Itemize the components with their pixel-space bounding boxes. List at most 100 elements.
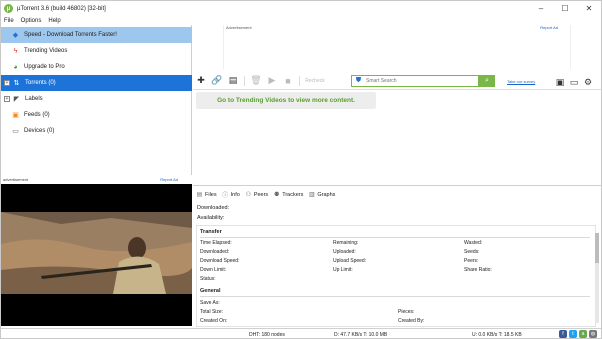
status-bar: DHT: 180 nodes D: 47.7 KB/s T: 10.0 MB U… bbox=[1, 328, 601, 339]
add-torrent-button[interactable]: ✚ bbox=[193, 73, 209, 89]
sidebar-item-label: Torrents (0) bbox=[25, 80, 56, 86]
peers-icon: ⚇ bbox=[245, 192, 251, 198]
info-icon: ⓘ bbox=[222, 193, 229, 199]
label-icon: ◤ bbox=[13, 96, 20, 103]
smart-search: ⛊ ⌕ bbox=[351, 75, 495, 87]
ad-label: Advertisement bbox=[226, 25, 252, 30]
availability-label: Availability: bbox=[197, 215, 225, 221]
recheck-button[interactable]: Recheck bbox=[303, 73, 327, 89]
report-ad-link[interactable]: Report Ad bbox=[540, 25, 558, 30]
sidebar-item-feeds[interactable]: ▣ Feeds (0) bbox=[1, 107, 192, 123]
title-bar: µ µTorrent 3.6 (build 46802) [32-bit] – … bbox=[1, 1, 601, 16]
field-label: Created By: bbox=[398, 318, 425, 324]
document-icon: ▤ bbox=[228, 75, 238, 85]
sidebar-item-torrents[interactable]: + ⇅ Torrents (0) bbox=[1, 75, 192, 91]
remove-button[interactable]: 🗑 bbox=[248, 73, 264, 89]
recheck-label: Recheck bbox=[305, 77, 325, 84]
tab-peers[interactable]: ⚇ Peers bbox=[245, 191, 269, 199]
field-label: Status: bbox=[200, 276, 216, 282]
stop-icon: ■ bbox=[285, 75, 291, 86]
top-ad[interactable]: Advertisement Report Ad bbox=[223, 25, 571, 69]
minimize-button[interactable]: – bbox=[529, 1, 553, 15]
files-icon: ▤ bbox=[196, 192, 203, 198]
ad-video-frame[interactable] bbox=[1, 184, 192, 326]
pane-divider[interactable] bbox=[193, 185, 601, 186]
report-ad-link[interactable]: Report Ad bbox=[160, 177, 178, 182]
rss-icon: ▣ bbox=[12, 112, 19, 119]
downloaded-label: Downloaded: bbox=[197, 205, 230, 211]
sidebar: ◆ Speed - Download Torrents Faster! ϟ Tr… bbox=[1, 25, 192, 175]
add-link-button[interactable]: 🔗 bbox=[209, 73, 225, 89]
chat-button[interactable]: ▣ bbox=[553, 74, 567, 90]
twitter-icon[interactable]: t bbox=[569, 330, 577, 338]
detail-tabs: ▤ Files ⓘ Info ⚇ Peers ⚉ Trackers ▥ Graphs bbox=[193, 189, 601, 200]
search-button[interactable]: ⌕ bbox=[479, 75, 495, 87]
field-label: Upload Speed: bbox=[333, 258, 367, 264]
stop-button[interactable]: ■ bbox=[280, 73, 296, 89]
gear-icon: ⚙ bbox=[583, 76, 593, 87]
trending-videos-banner[interactable]: Go to Trending Videos to view more conte… bbox=[196, 92, 376, 109]
field-label: Time Elapsed: bbox=[200, 240, 232, 246]
trash-icon: 🗑 bbox=[250, 75, 262, 85]
sidebar-item-label: Trending Videos bbox=[24, 48, 68, 54]
monitor-icon: ▭ bbox=[569, 76, 579, 87]
tab-graphs[interactable]: ▥ Graphs bbox=[308, 191, 335, 199]
field-label: Total Size: bbox=[200, 309, 224, 315]
tab-info[interactable]: ⓘ Info bbox=[222, 191, 240, 200]
video-ad: advertisement Report Ad bbox=[1, 176, 192, 326]
create-torrent-button[interactable]: ▤ bbox=[225, 73, 241, 89]
field-label: Wasted: bbox=[464, 240, 483, 246]
field-label: Download Speed: bbox=[200, 258, 240, 264]
expand-toggle[interactable]: + bbox=[4, 80, 10, 86]
tab-files[interactable]: ▤ Files bbox=[196, 191, 217, 199]
app-window: µ µTorrent 3.6 (build 46802) [32-bit] – … bbox=[0, 0, 602, 339]
sidebar-item-trending-videos[interactable]: ϟ Trending Videos bbox=[1, 43, 192, 59]
android-icon[interactable]: a bbox=[579, 330, 587, 338]
field-label: Created On: bbox=[200, 318, 228, 324]
field-label: Peers: bbox=[464, 258, 479, 264]
menu-help[interactable]: Help bbox=[48, 18, 60, 24]
globe-icon[interactable]: ◍ bbox=[589, 330, 597, 338]
trackers-icon: ⚉ bbox=[273, 192, 280, 198]
window-title: µTorrent 3.6 (build 46802) [32-bit] bbox=[17, 5, 106, 12]
field-label: Share Ratio: bbox=[464, 267, 492, 273]
sidebar-item-label: Speed - Download Torrents Faster! bbox=[24, 32, 117, 38]
close-button[interactable]: ✕ bbox=[577, 1, 601, 15]
dht-status: DHT: 180 nodes bbox=[249, 332, 285, 338]
graphs-icon: ▥ bbox=[309, 192, 315, 198]
field-label: Downloaded: bbox=[200, 249, 230, 255]
settings-button[interactable]: ⚙ bbox=[581, 74, 595, 90]
sidebar-item-speed[interactable]: ◆ Speed - Download Torrents Faster! bbox=[1, 27, 192, 43]
ad-video-image bbox=[1, 184, 192, 326]
search-input[interactable] bbox=[363, 78, 473, 84]
link-icon: 🔗 bbox=[211, 75, 223, 85]
lightning-icon: ϟ bbox=[13, 47, 18, 55]
sidebar-item-upgrade[interactable]: ◕ Upgrade to Pro bbox=[1, 59, 192, 75]
details-panel: Transfer Time Elapsed: Downloaded: Downl… bbox=[196, 225, 596, 327]
maximize-button[interactable]: ☐ bbox=[553, 1, 577, 15]
general-title: General bbox=[200, 288, 221, 294]
shield-icon: ◆ bbox=[12, 32, 19, 39]
upload-status: U: 0.0 KB/s T: 18.5 KB bbox=[472, 332, 522, 338]
plus-icon: ✚ bbox=[197, 75, 205, 85]
tab-trackers[interactable]: ⚉ Trackers bbox=[273, 191, 303, 199]
expand-toggle[interactable]: + bbox=[4, 96, 10, 102]
facebook-icon[interactable]: f bbox=[559, 330, 567, 338]
details-scrollbar[interactable] bbox=[595, 233, 599, 323]
menu-file[interactable]: File bbox=[4, 18, 14, 24]
sidebar-item-devices[interactable]: ▭ Devices (0) bbox=[1, 123, 192, 139]
device-icon: ▭ bbox=[12, 128, 19, 135]
menu-options[interactable]: Options bbox=[21, 18, 42, 24]
start-button[interactable]: ▶ bbox=[264, 73, 280, 89]
play-icon: ▶ bbox=[268, 75, 276, 85]
field-label: Pieces: bbox=[398, 309, 415, 315]
take-survey-link[interactable]: Take our survey bbox=[507, 79, 535, 84]
ad-label: advertisement bbox=[3, 177, 29, 182]
sidebar-item-labels[interactable]: + ◤ Labels bbox=[1, 91, 192, 107]
remote-button[interactable]: ▭ bbox=[567, 74, 581, 90]
torrents-icon: ⇅ bbox=[13, 80, 20, 87]
sidebar-item-label: Feeds (0) bbox=[24, 112, 50, 118]
search-shield-icon: ⛊ bbox=[355, 77, 362, 84]
download-status: D: 47.7 KB/s T: 10.0 MB bbox=[334, 332, 388, 338]
field-label: Save As: bbox=[200, 300, 220, 306]
